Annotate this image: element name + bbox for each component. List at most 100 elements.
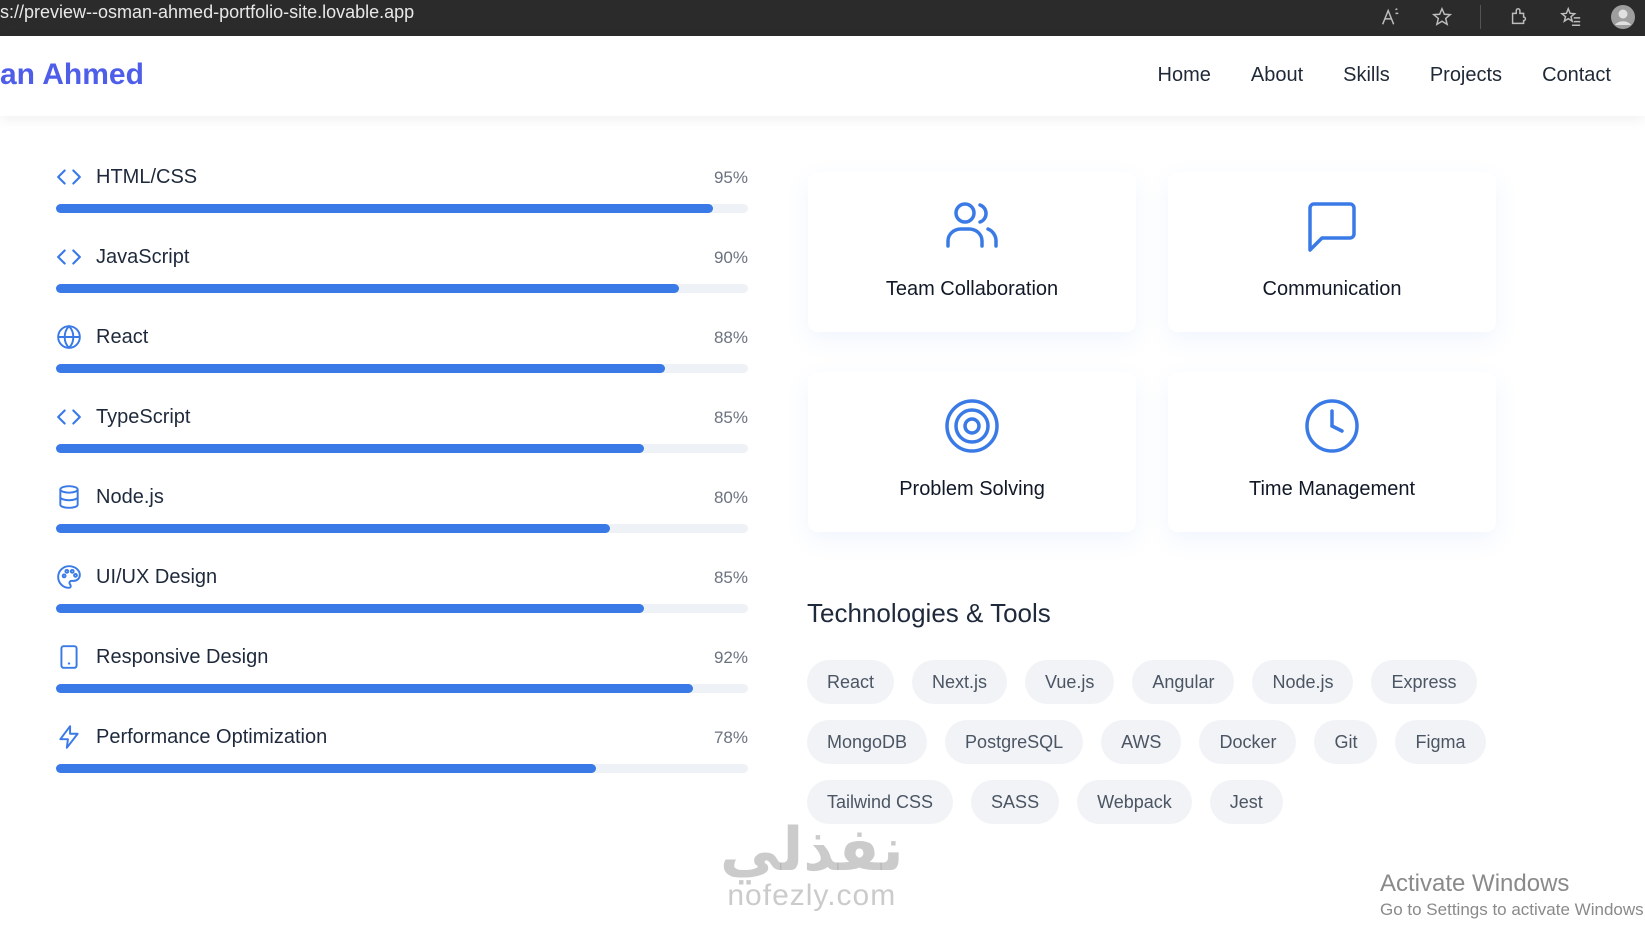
skill-progress-track bbox=[56, 284, 748, 293]
skill-name: Node.js bbox=[96, 486, 164, 508]
soft-skill-label: Problem Solving bbox=[899, 478, 1045, 500]
skill-progress-fill bbox=[56, 604, 645, 613]
skill-name: TypeScript bbox=[96, 406, 191, 428]
favorites-list-icon[interactable] bbox=[1557, 3, 1585, 31]
skill-name: React bbox=[96, 326, 149, 348]
skill-item: Responsive Design 92% bbox=[56, 642, 748, 722]
skill-percent: 85% bbox=[713, 408, 748, 427]
soft-skill-card: Team Collaboration bbox=[808, 172, 1136, 332]
users-icon bbox=[946, 202, 998, 248]
skill-progress-fill bbox=[56, 284, 679, 293]
skill-percent: 92% bbox=[713, 648, 748, 667]
skill-item: UI/UX Design 85% bbox=[56, 562, 748, 642]
skill-name: JavaScript bbox=[96, 246, 190, 268]
tech-tag-react[interactable]: React bbox=[807, 660, 895, 704]
skill-item: Performance Optimization 78% bbox=[56, 722, 748, 802]
tech-tag-sass[interactable]: SASS bbox=[971, 780, 1060, 824]
skill-progress-fill bbox=[56, 364, 665, 373]
skill-percent: 78% bbox=[713, 728, 748, 747]
skill-progress-track bbox=[56, 604, 748, 613]
target-icon bbox=[945, 399, 999, 453]
skill-percent: 85% bbox=[713, 568, 748, 587]
skill-progress-fill bbox=[56, 524, 610, 533]
address-bar-url[interactable]: s://preview--osman-ahmed-portfolio-site.… bbox=[0, 2, 414, 23]
skill-name: Performance Optimization bbox=[96, 726, 328, 748]
soft-skill-card: Problem Solving bbox=[808, 372, 1136, 532]
favorite-star-icon[interactable] bbox=[1428, 3, 1456, 31]
soft-skill-card: Time Management bbox=[1168, 372, 1496, 532]
nav-projects[interactable]: Projects bbox=[1430, 64, 1502, 87]
soft-skill-label: Time Management bbox=[1249, 478, 1415, 500]
technical-skills-list: HTML/CSS 95% JavaScript 90% React 88% Ty… bbox=[56, 162, 748, 802]
tech-tag-vuejs[interactable]: Vue.js bbox=[1025, 660, 1115, 704]
skill-item: JavaScript 90% bbox=[56, 242, 748, 322]
site-watermark: نفذلي nofezly.com bbox=[720, 820, 904, 912]
technology-tags: React Next.js Vue.js Angular Node.js Exp… bbox=[807, 660, 1507, 824]
windows-activation-notice: Activate Windows Go to Settings to activ… bbox=[1380, 870, 1645, 920]
site-logo[interactable]: an Ahmed bbox=[0, 58, 144, 92]
soft-skill-label: Communication bbox=[1262, 278, 1402, 300]
activation-title: Activate Windows bbox=[1380, 870, 1570, 897]
toolbar-separator bbox=[1480, 5, 1481, 29]
palette-icon bbox=[57, 565, 81, 589]
extensions-icon[interactable] bbox=[1505, 3, 1533, 31]
message-square-icon bbox=[1308, 202, 1356, 252]
profile-avatar-icon[interactable] bbox=[1609, 3, 1637, 31]
skill-progress-fill bbox=[56, 444, 645, 453]
skill-item: HTML/CSS 95% bbox=[56, 162, 748, 242]
tech-tag-aws[interactable]: AWS bbox=[1101, 720, 1182, 764]
skill-name: HTML/CSS bbox=[96, 166, 198, 188]
clock-icon bbox=[1305, 399, 1359, 453]
watermark-domain: nofezly.com bbox=[727, 879, 897, 912]
tech-tag-mongodb[interactable]: MongoDB bbox=[807, 720, 928, 764]
nav-contact[interactable]: Contact bbox=[1542, 64, 1611, 87]
soft-skill-label: Team Collaboration bbox=[885, 278, 1059, 300]
skill-progress-fill bbox=[56, 684, 693, 693]
tech-tag-postgresql[interactable]: PostgreSQL bbox=[945, 720, 1084, 764]
technologies-heading: Technologies & Tools bbox=[807, 598, 1051, 628]
lightning-icon bbox=[59, 725, 79, 749]
skill-item: Node.js 80% bbox=[56, 482, 748, 562]
browser-toolbar: s://preview--osman-ahmed-portfolio-site.… bbox=[0, 0, 1645, 36]
skill-progress-track bbox=[56, 364, 748, 373]
watermark-arabic: نفذلي bbox=[720, 816, 904, 883]
skill-progress-track bbox=[56, 684, 748, 693]
site-header: an Ahmed Home About Skills Projects Cont… bbox=[0, 36, 1645, 116]
activation-subtitle: Go to Settings to activate Windows. bbox=[1380, 900, 1645, 919]
tech-tag-webpack[interactable]: Webpack bbox=[1077, 780, 1192, 824]
read-aloud-icon[interactable] bbox=[1376, 3, 1404, 31]
nav-about[interactable]: About bbox=[1251, 64, 1303, 87]
skill-name: Responsive Design bbox=[96, 646, 269, 668]
main-nav: Home About Skills Projects Contact bbox=[1158, 64, 1611, 87]
tech-tag-nodejs[interactable]: Node.js bbox=[1252, 660, 1354, 704]
skill-progress-track bbox=[56, 444, 748, 453]
globe-icon bbox=[57, 324, 81, 350]
tech-tag-figma[interactable]: Figma bbox=[1395, 720, 1486, 764]
skill-percent: 90% bbox=[713, 248, 748, 267]
tech-tag-angular[interactable]: Angular bbox=[1132, 660, 1235, 704]
nav-skills[interactable]: Skills bbox=[1343, 64, 1390, 87]
nav-home[interactable]: Home bbox=[1158, 64, 1211, 87]
skill-percent: 80% bbox=[713, 488, 748, 507]
skill-percent: 88% bbox=[713, 328, 748, 347]
skill-progress-fill bbox=[56, 764, 596, 773]
tech-tag-git[interactable]: Git bbox=[1314, 720, 1378, 764]
skill-percent: 95% bbox=[713, 168, 748, 187]
skill-progress-track bbox=[56, 764, 748, 773]
skill-progress-track bbox=[56, 204, 748, 213]
database-icon bbox=[59, 485, 79, 509]
tech-tag-express[interactable]: Express bbox=[1371, 660, 1477, 704]
code-icon bbox=[57, 409, 81, 425]
tech-tag-jest[interactable]: Jest bbox=[1209, 780, 1283, 824]
code-icon bbox=[57, 249, 81, 265]
skill-item: React 88% bbox=[56, 322, 748, 402]
code-icon bbox=[57, 169, 81, 185]
soft-skill-card: Communication bbox=[1168, 172, 1496, 332]
tech-tag-nextjs[interactable]: Next.js bbox=[912, 660, 1008, 704]
skill-item: TypeScript 85% bbox=[56, 402, 748, 482]
tech-tag-docker[interactable]: Docker bbox=[1199, 720, 1297, 764]
browser-actions bbox=[1376, 3, 1637, 31]
soft-skills-grid: Team Collaboration Communication Problem… bbox=[808, 172, 1496, 532]
skill-progress-fill bbox=[56, 204, 714, 213]
tablet-icon bbox=[60, 645, 78, 669]
